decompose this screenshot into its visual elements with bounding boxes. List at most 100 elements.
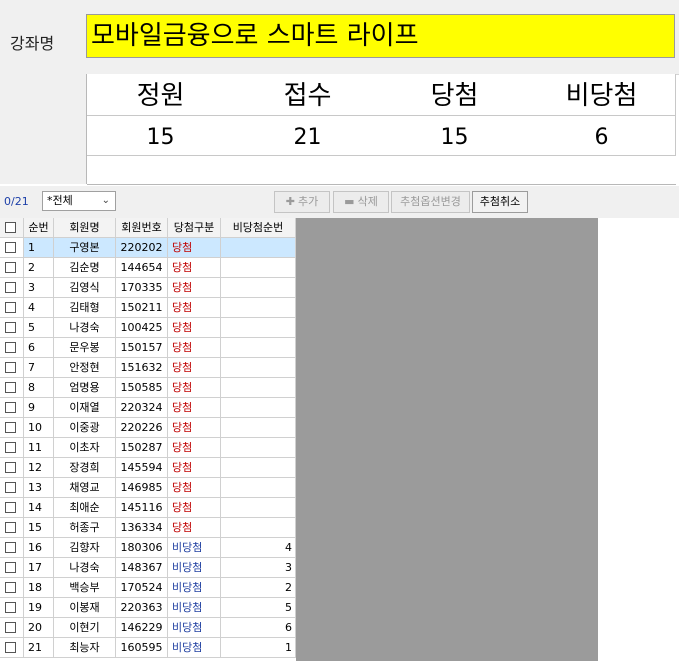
- row-checkbox[interactable]: [5, 282, 16, 293]
- row-checkbox[interactable]: [5, 522, 16, 533]
- cell-no: 4: [24, 298, 54, 318]
- table-row[interactable]: 13 채영교 146985 당첨: [0, 478, 296, 498]
- row-checkbox-cell: [0, 458, 24, 478]
- table-row[interactable]: 19 이봉재 220363 비당첨 5: [0, 598, 296, 618]
- table-row[interactable]: 10 이중광 220226 당첨: [0, 418, 296, 438]
- chevron-down-icon: ⌄: [101, 195, 110, 206]
- add-button[interactable]: ✚ 추가: [274, 191, 330, 213]
- course-label: 강좌명: [10, 34, 55, 53]
- table-row[interactable]: 20 이현기 146229 비당첨 6: [0, 618, 296, 638]
- header-member-id[interactable]: 회원번호: [116, 218, 168, 238]
- row-checkbox[interactable]: [5, 442, 16, 453]
- cell-no: 2: [24, 258, 54, 278]
- table-row[interactable]: 12 장경희 145594 당첨: [0, 458, 296, 478]
- cell-rank: [221, 498, 296, 518]
- cancel-draw-button[interactable]: 추첨취소: [472, 191, 528, 213]
- table-row[interactable]: 16 김향자 180306 비당첨 4: [0, 538, 296, 558]
- cell-rank: [221, 278, 296, 298]
- row-checkbox[interactable]: [5, 242, 16, 253]
- cell-member-id: 170524: [116, 578, 168, 598]
- row-checkbox[interactable]: [5, 502, 16, 513]
- row-checkbox[interactable]: [5, 622, 16, 633]
- table-row[interactable]: 4 김태형 150211 당첨: [0, 298, 296, 318]
- header-no[interactable]: 순번: [24, 218, 54, 238]
- cell-no: 17: [24, 558, 54, 578]
- cell-member-id: 150585: [116, 378, 168, 398]
- row-checkbox[interactable]: [5, 562, 16, 573]
- cell-member-id: 150157: [116, 338, 168, 358]
- row-checkbox-cell: [0, 258, 24, 278]
- cell-status: 당첨: [168, 518, 221, 538]
- table-row[interactable]: 11 이초자 150287 당첨: [0, 438, 296, 458]
- cell-status: 비당첨: [168, 538, 221, 558]
- row-checkbox-cell: [0, 438, 24, 458]
- cell-member-id: 144654: [116, 258, 168, 278]
- table-row[interactable]: 5 나경숙 100425 당첨: [0, 318, 296, 338]
- cell-no: 16: [24, 538, 54, 558]
- filter-select[interactable]: *전체 ⌄: [42, 191, 116, 211]
- row-checkbox[interactable]: [5, 642, 16, 653]
- toolbar: 0/21 *전체 ⌄ ✚ 추가 ▬ 삭제 추첨옵션변경 추첨취소: [0, 186, 679, 218]
- stats-header-applied: 접수: [283, 81, 332, 111]
- row-checkbox-cell: [0, 518, 24, 538]
- cell-status: 당첨: [168, 478, 221, 498]
- cell-member-id: 145594: [116, 458, 168, 478]
- delete-button[interactable]: ▬ 삭제: [333, 191, 389, 213]
- row-checkbox-cell: [0, 418, 24, 438]
- cell-name: 나경숙: [54, 318, 116, 338]
- cell-name: 나경숙: [54, 558, 116, 578]
- cell-rank: [221, 478, 296, 498]
- cell-name: 최능자: [54, 638, 116, 658]
- header-rank[interactable]: 비당첨순번: [221, 218, 296, 238]
- cell-name: 허종구: [54, 518, 116, 538]
- row-checkbox[interactable]: [5, 382, 16, 393]
- table-row[interactable]: 6 문우봉 150157 당첨: [0, 338, 296, 358]
- course-row: 강좌명 모바일금융으로 스마트 라이프: [0, 0, 679, 75]
- row-checkbox[interactable]: [5, 262, 16, 273]
- table-row[interactable]: 15 허종구 136334 당첨: [0, 518, 296, 538]
- row-checkbox-cell: [0, 578, 24, 598]
- cell-rank: 1: [221, 638, 296, 658]
- cell-status: 비당첨: [168, 598, 221, 618]
- row-checkbox-cell: [0, 278, 24, 298]
- row-checkbox[interactable]: [5, 302, 16, 313]
- stats-header-won: 당첨: [430, 81, 479, 111]
- change-draw-option-button[interactable]: 추첨옵션변경: [391, 191, 470, 213]
- cell-no: 8: [24, 378, 54, 398]
- row-checkbox[interactable]: [5, 582, 16, 593]
- select-all-checkbox[interactable]: [5, 222, 16, 233]
- row-checkbox[interactable]: [5, 322, 16, 333]
- cell-name: 이현기: [54, 618, 116, 638]
- row-checkbox[interactable]: [5, 342, 16, 353]
- header-name[interactable]: 회원명: [54, 218, 116, 238]
- table-row[interactable]: 18 백승부 170524 비당첨 2: [0, 578, 296, 598]
- cell-name: 장경희: [54, 458, 116, 478]
- table-row[interactable]: 2 김순명 144654 당첨: [0, 258, 296, 278]
- stats-value-row: 15 21 15 6: [87, 116, 676, 156]
- table-row[interactable]: 7 안정현 151632 당첨: [0, 358, 296, 378]
- header-status[interactable]: 당첨구분: [168, 218, 221, 238]
- cell-status: 당첨: [168, 338, 221, 358]
- cell-name: 김영식: [54, 278, 116, 298]
- table-row[interactable]: 9 이재열 220324 당첨: [0, 398, 296, 418]
- row-checkbox[interactable]: [5, 602, 16, 613]
- row-checkbox[interactable]: [5, 362, 16, 373]
- cell-name: 최애순: [54, 498, 116, 518]
- table-row[interactable]: 3 김영식 170335 당첨: [0, 278, 296, 298]
- row-checkbox[interactable]: [5, 482, 16, 493]
- row-checkbox[interactable]: [5, 402, 16, 413]
- row-checkbox-cell: [0, 498, 24, 518]
- cancel-draw-label: 추첨취소: [479, 195, 521, 208]
- table-row[interactable]: 17 나경숙 148367 비당첨 3: [0, 558, 296, 578]
- row-checkbox[interactable]: [5, 462, 16, 473]
- cell-rank: [221, 438, 296, 458]
- table-row[interactable]: 8 엄명용 150585 당첨: [0, 378, 296, 398]
- cell-status: 비당첨: [168, 618, 221, 638]
- table-row[interactable]: 14 최애순 145116 당첨: [0, 498, 296, 518]
- cell-rank: [221, 358, 296, 378]
- row-checkbox[interactable]: [5, 422, 16, 433]
- course-name-field[interactable]: 모바일금융으로 스마트 라이프: [86, 14, 675, 58]
- row-checkbox[interactable]: [5, 542, 16, 553]
- table-row[interactable]: 21 최능자 160595 비당첨 1: [0, 638, 296, 658]
- table-row[interactable]: 1 구영본 220202 당첨: [0, 238, 296, 258]
